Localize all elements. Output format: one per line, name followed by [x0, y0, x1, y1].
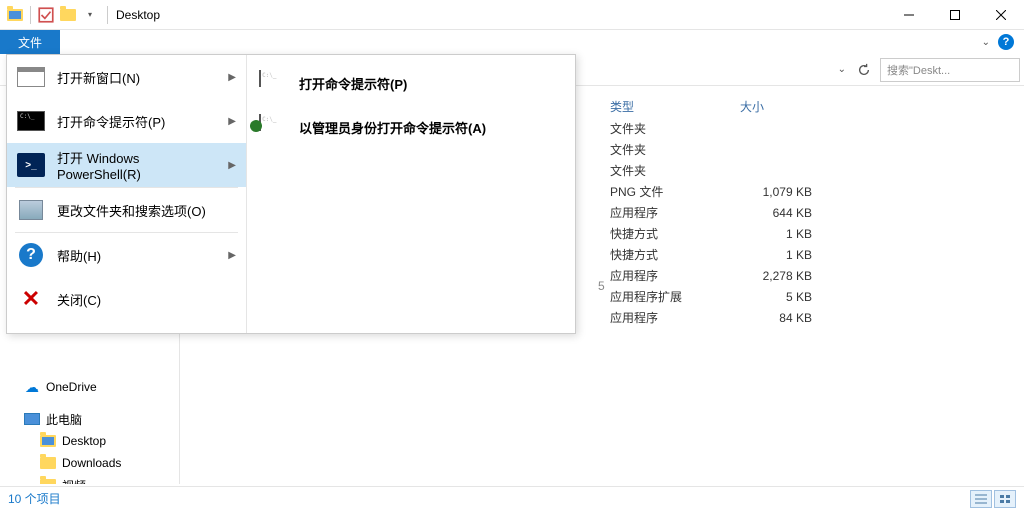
folder-icon	[40, 433, 56, 449]
refresh-button[interactable]	[852, 58, 876, 82]
menu-open-powershell[interactable]: 打开 Windows PowerShell(R) ▶	[7, 143, 246, 187]
view-details-button[interactable]	[970, 490, 992, 508]
table-row[interactable]: 应用程序2,278 KB	[610, 265, 1024, 286]
cell-size: 5 KB	[740, 290, 840, 304]
chevron-right-icon: ▶	[228, 250, 236, 261]
qat-newfolder-icon[interactable]	[59, 6, 77, 24]
table-row[interactable]: 应用程序扩展5 KB	[610, 286, 1024, 307]
cell-size: 84 KB	[740, 311, 840, 325]
cell-type: 快捷方式	[610, 225, 740, 242]
sidebar-item-label: Downloads	[62, 456, 121, 470]
table-row[interactable]: 快捷方式1 KB	[610, 244, 1024, 265]
close-x-icon: ✕	[22, 286, 40, 312]
column-header-type[interactable]: 类型	[610, 98, 740, 115]
cmd-icon	[17, 111, 45, 131]
table-row[interactable]: 应用程序84 KB	[610, 307, 1024, 328]
menu-open-cmd[interactable]: 打开命令提示符(P) ▶	[7, 99, 246, 143]
ribbon: 文件 ⌄ ?	[0, 30, 1024, 54]
status-item-count: 10 个项目	[8, 490, 61, 507]
sidebar-item[interactable]: 视频	[0, 474, 179, 484]
ribbon-expand-icon[interactable]: ⌄	[982, 37, 990, 48]
cell-type: 文件夹	[610, 141, 740, 158]
menu-label: 打开 Windows PowerShell(R)	[57, 148, 216, 182]
submenu-label: 以管理员身份打开命令提示符(A)	[299, 118, 486, 137]
cell-type: 应用程序	[610, 267, 740, 284]
cell-size: 2,278 KB	[740, 269, 840, 283]
pc-icon	[24, 411, 40, 427]
menu-help[interactable]: ? 帮助(H) ▶	[7, 233, 246, 277]
table-row[interactable]: 快捷方式1 KB	[610, 223, 1024, 244]
maximize-button[interactable]	[932, 0, 978, 30]
help-round-icon: ?	[19, 243, 43, 267]
qat-properties-icon[interactable]	[37, 6, 55, 24]
menu-label: 打开新窗口(N)	[57, 68, 216, 87]
titlebar: ▾ Desktop	[0, 0, 1024, 30]
cell-size: 1 KB	[740, 227, 840, 241]
file-tab[interactable]: 文件	[0, 30, 60, 54]
submenu-label: 打开命令提示符(P)	[299, 74, 407, 93]
chevron-right-icon: ▶	[228, 72, 236, 83]
table-row[interactable]: 文件夹	[610, 160, 1024, 181]
help-icon[interactable]: ?	[998, 34, 1014, 50]
folder-icon	[40, 477, 56, 484]
close-button[interactable]	[978, 0, 1024, 30]
menu-label: 关闭(C)	[57, 290, 236, 309]
obscured-text: 5	[598, 279, 605, 293]
powershell-icon	[17, 153, 45, 177]
explorer-icon	[6, 6, 24, 24]
qat-dropdown-icon[interactable]: ▾	[81, 6, 99, 24]
cell-type: 应用程序	[610, 309, 740, 326]
sidebar-item-label: Desktop	[62, 434, 106, 448]
menu-open-new-window[interactable]: 打开新窗口(N) ▶	[7, 55, 246, 99]
cell-size: 1,079 KB	[740, 185, 840, 199]
cmd-admin-icon	[259, 114, 261, 131]
cell-size: 1 KB	[740, 248, 840, 262]
cell-size: 644 KB	[740, 206, 840, 220]
options-icon	[19, 200, 43, 220]
menu-label: 帮助(H)	[57, 246, 216, 265]
sidebar-item[interactable]: Desktop	[0, 430, 179, 452]
sidebar-item[interactable]: 此电脑	[0, 408, 179, 430]
submenu-open-cmd-admin[interactable]: 以管理员身份打开命令提示符(A)	[247, 105, 575, 149]
cmd-icon	[259, 70, 261, 87]
go-chevron-icon[interactable]: ⌄	[838, 64, 846, 75]
sidebar-item[interactable]: Downloads	[0, 452, 179, 474]
column-header-size[interactable]: 大小	[740, 98, 840, 115]
menu-label: 打开命令提示符(P)	[57, 112, 216, 131]
table-row[interactable]: 应用程序644 KB	[610, 202, 1024, 223]
search-input[interactable]: 搜索"Deskt...	[880, 58, 1020, 82]
cell-type: 应用程序扩展	[610, 288, 740, 305]
menu-folder-options[interactable]: 更改文件夹和搜索选项(O)	[7, 188, 246, 232]
sidebar-item-label: OneDrive	[46, 380, 97, 394]
submenu-open-cmd[interactable]: 打开命令提示符(P)	[247, 61, 575, 105]
window-icon	[17, 67, 45, 87]
table-row[interactable]: 文件夹	[610, 139, 1024, 160]
cloud-icon: ☁	[24, 379, 40, 395]
window-title: Desktop	[116, 8, 160, 22]
menu-label: 更改文件夹和搜索选项(O)	[57, 201, 236, 220]
chevron-right-icon: ▶	[228, 160, 236, 171]
table-row[interactable]: PNG 文件1,079 KB	[610, 181, 1024, 202]
sidebar-item-label: 此电脑	[46, 411, 82, 428]
cell-type: 应用程序	[610, 204, 740, 221]
folder-icon	[40, 455, 56, 471]
menu-close[interactable]: ✕ 关闭(C)	[7, 277, 246, 321]
cell-type: 文件夹	[610, 120, 740, 137]
view-large-button[interactable]	[994, 490, 1016, 508]
cell-type: PNG 文件	[610, 183, 740, 200]
sidebar-item[interactable]: ☁ OneDrive	[0, 376, 179, 398]
table-row[interactable]: 文件夹	[610, 118, 1024, 139]
cell-type: 快捷方式	[610, 246, 740, 263]
chevron-right-icon: ▶	[228, 116, 236, 127]
file-menu-dropdown: 打开新窗口(N) ▶ 打开命令提示符(P) ▶ 打开 Windows Power…	[6, 54, 576, 334]
sidebar-item-label: 视频	[62, 477, 86, 485]
statusbar: 10 个项目	[0, 486, 1024, 510]
minimize-button[interactable]	[886, 0, 932, 30]
cell-type: 文件夹	[610, 162, 740, 179]
